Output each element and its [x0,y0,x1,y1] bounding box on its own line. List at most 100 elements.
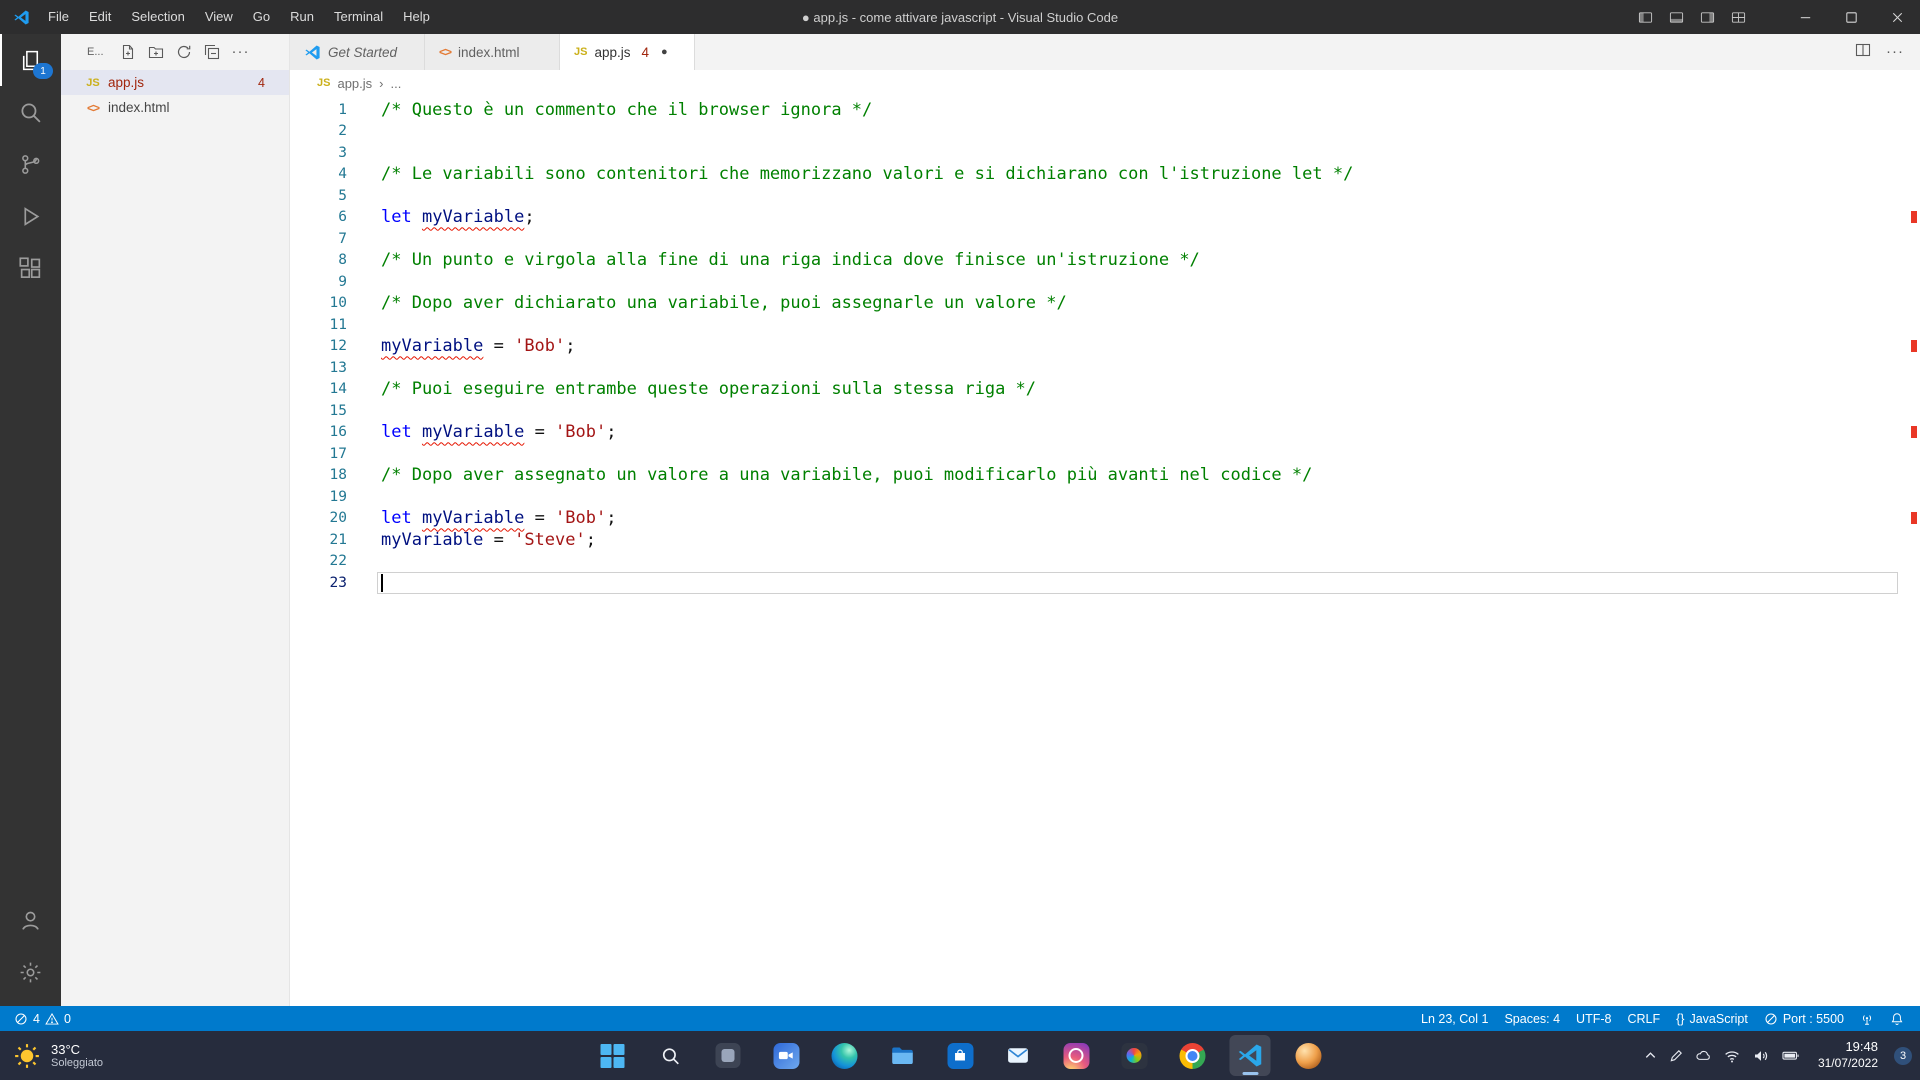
status-encoding[interactable]: UTF-8 [1568,1006,1619,1031]
mail-icon[interactable] [998,1035,1039,1076]
layout-sidebar-left-icon[interactable] [1630,0,1661,34]
code-line-19[interactable]: 19 [290,486,1920,508]
code-line-9[interactable]: 9 [290,271,1920,293]
menu-help[interactable]: Help [393,0,440,34]
layout-grid-icon[interactable] [1723,0,1754,34]
dirty-indicator-icon[interactable]: ● [661,46,668,58]
file-explorer-icon[interactable] [882,1035,923,1076]
task-view-icon[interactable] [708,1035,749,1076]
menu-edit[interactable]: Edit [79,0,121,34]
tab-app.js[interactable]: JSapp.js4● [560,34,695,70]
activity-run-and-debug-icon[interactable] [0,190,61,242]
breadcrumb-symbol[interactable]: ... [391,76,402,91]
status-ports[interactable] [1852,1006,1882,1031]
chevron-up-icon[interactable] [1643,1048,1658,1063]
code-token [412,422,422,442]
status-cursor-position[interactable]: Ln 23, Col 1 [1413,1006,1496,1031]
more-icon[interactable]: ··· [1886,43,1904,61]
instagram-icon[interactable] [1056,1035,1097,1076]
code-line-8[interactable]: 8/* Un punto e virgola alla fine di una … [290,250,1920,272]
edge-icon[interactable] [824,1035,865,1076]
tray-time: 19:48 [1818,1039,1878,1056]
clock[interactable]: 19:48 31/07/2022 [1818,1039,1878,1071]
error-mark [1911,211,1917,223]
collapse-all-icon[interactable] [204,44,220,60]
code-line-17[interactable]: 17 [290,443,1920,465]
menu-run[interactable]: Run [280,0,324,34]
status-language-mode[interactable]: {}JavaScript [1668,1006,1756,1031]
menu-file[interactable]: File [38,0,79,34]
code-line-7[interactable]: 7 [290,228,1920,250]
layout-panel-icon[interactable] [1661,0,1692,34]
maximize-button[interactable] [1828,0,1874,34]
battery-icon[interactable] [1781,1046,1800,1065]
code-line-2[interactable]: 2 [290,121,1920,143]
status-notifications[interactable] [1882,1006,1912,1031]
code-line-11[interactable]: 11 [290,314,1920,336]
volume-icon[interactable] [1752,1047,1770,1065]
chat-icon[interactable] [766,1035,807,1076]
menu-selection[interactable]: Selection [121,0,194,34]
code-line-18[interactable]: 18/* Dopo aver assegnato un valore a una… [290,465,1920,487]
code-line-22[interactable]: 22 [290,551,1920,573]
activity-search-icon[interactable] [0,86,61,138]
status-eol[interactable]: CRLF [1619,1006,1668,1031]
new-folder-icon[interactable] [148,44,164,60]
overview-ruler[interactable] [1900,96,1920,1006]
activity-accounts-icon[interactable] [0,894,61,946]
code-line-10[interactable]: 10/* Dopo aver dichiarato una variabile,… [290,293,1920,315]
layout-sidebar-right-icon[interactable] [1692,0,1723,34]
refresh-icon[interactable] [176,44,192,60]
notification-count-badge[interactable]: 3 [1894,1047,1912,1065]
split-editor-icon[interactable] [1855,42,1871,63]
status-indentation[interactable]: Spaces: 4 [1496,1006,1568,1031]
start-icon[interactable] [592,1035,633,1076]
app-orange-icon[interactable] [1288,1035,1329,1076]
store-icon[interactable] [940,1035,981,1076]
code-editor[interactable]: 1/* Questo è un commento che il browser … [290,96,1920,1006]
minimize-button[interactable] [1782,0,1828,34]
radio-tower-icon [1860,1012,1874,1026]
code-line-6[interactable]: 6let myVariable; [290,207,1920,229]
code-line-3[interactable]: 3 [290,142,1920,164]
tab-get-started[interactable]: Get Started [290,34,425,70]
file-row-app.js[interactable]: JSapp.js4 [61,70,289,95]
more-icon[interactable]: ··· [232,47,250,57]
code-line-15[interactable]: 15 [290,400,1920,422]
activity-explorer-icon[interactable]: 1 [0,34,61,86]
wifi-icon[interactable] [1723,1047,1741,1065]
search-icon[interactable] [650,1035,691,1076]
code-line-21[interactable]: 21myVariable = 'Steve'; [290,529,1920,551]
code-line-14[interactable]: 14/* Puoi eseguire entrambe queste opera… [290,379,1920,401]
breadcrumb-file[interactable]: app.js [337,76,372,91]
menu-go[interactable]: Go [243,0,280,34]
close-button[interactable] [1874,0,1920,34]
vscode-icon[interactable] [1230,1035,1271,1076]
pen-icon[interactable] [1669,1048,1684,1063]
activity-extensions-icon[interactable] [0,242,61,294]
code-line-20[interactable]: 20let myVariable = 'Bob'; [290,508,1920,530]
code-line-13[interactable]: 13 [290,357,1920,379]
activity-badge: 1 [33,63,53,79]
menu-terminal[interactable]: Terminal [324,0,393,34]
file-row-index.html[interactable]: <>index.html [61,95,289,120]
status-label: Ln 23, Col 1 [1421,1012,1488,1026]
status-live-server-port[interactable]: Port : 5500 [1756,1006,1852,1031]
activity-manage-icon[interactable] [0,946,61,998]
tab-index.html[interactable]: <>index.html [425,34,560,70]
activity-source-control-icon[interactable] [0,138,61,190]
code-line-16[interactable]: 16let myVariable = 'Bob'; [290,422,1920,444]
photos-icon[interactable] [1114,1035,1155,1076]
chrome-icon[interactable] [1172,1035,1213,1076]
code-line-5[interactable]: 5 [290,185,1920,207]
file-list: JSapp.js4<>index.html [61,70,289,120]
weather-widget[interactable]: 33°C Soleggiato [12,1031,103,1080]
warnings-icon [45,1012,59,1026]
menu-view[interactable]: View [195,0,243,34]
code-line-1[interactable]: 1/* Questo è un commento che il browser … [290,99,1920,121]
code-line-4[interactable]: 4/* Le variabili sono contenitori che me… [290,164,1920,186]
cloud-icon[interactable] [1695,1047,1712,1064]
problems-indicator[interactable]: 4 0 [6,1006,79,1031]
code-line-12[interactable]: 12myVariable = 'Bob'; [290,336,1920,358]
new-file-icon[interactable] [120,44,136,60]
